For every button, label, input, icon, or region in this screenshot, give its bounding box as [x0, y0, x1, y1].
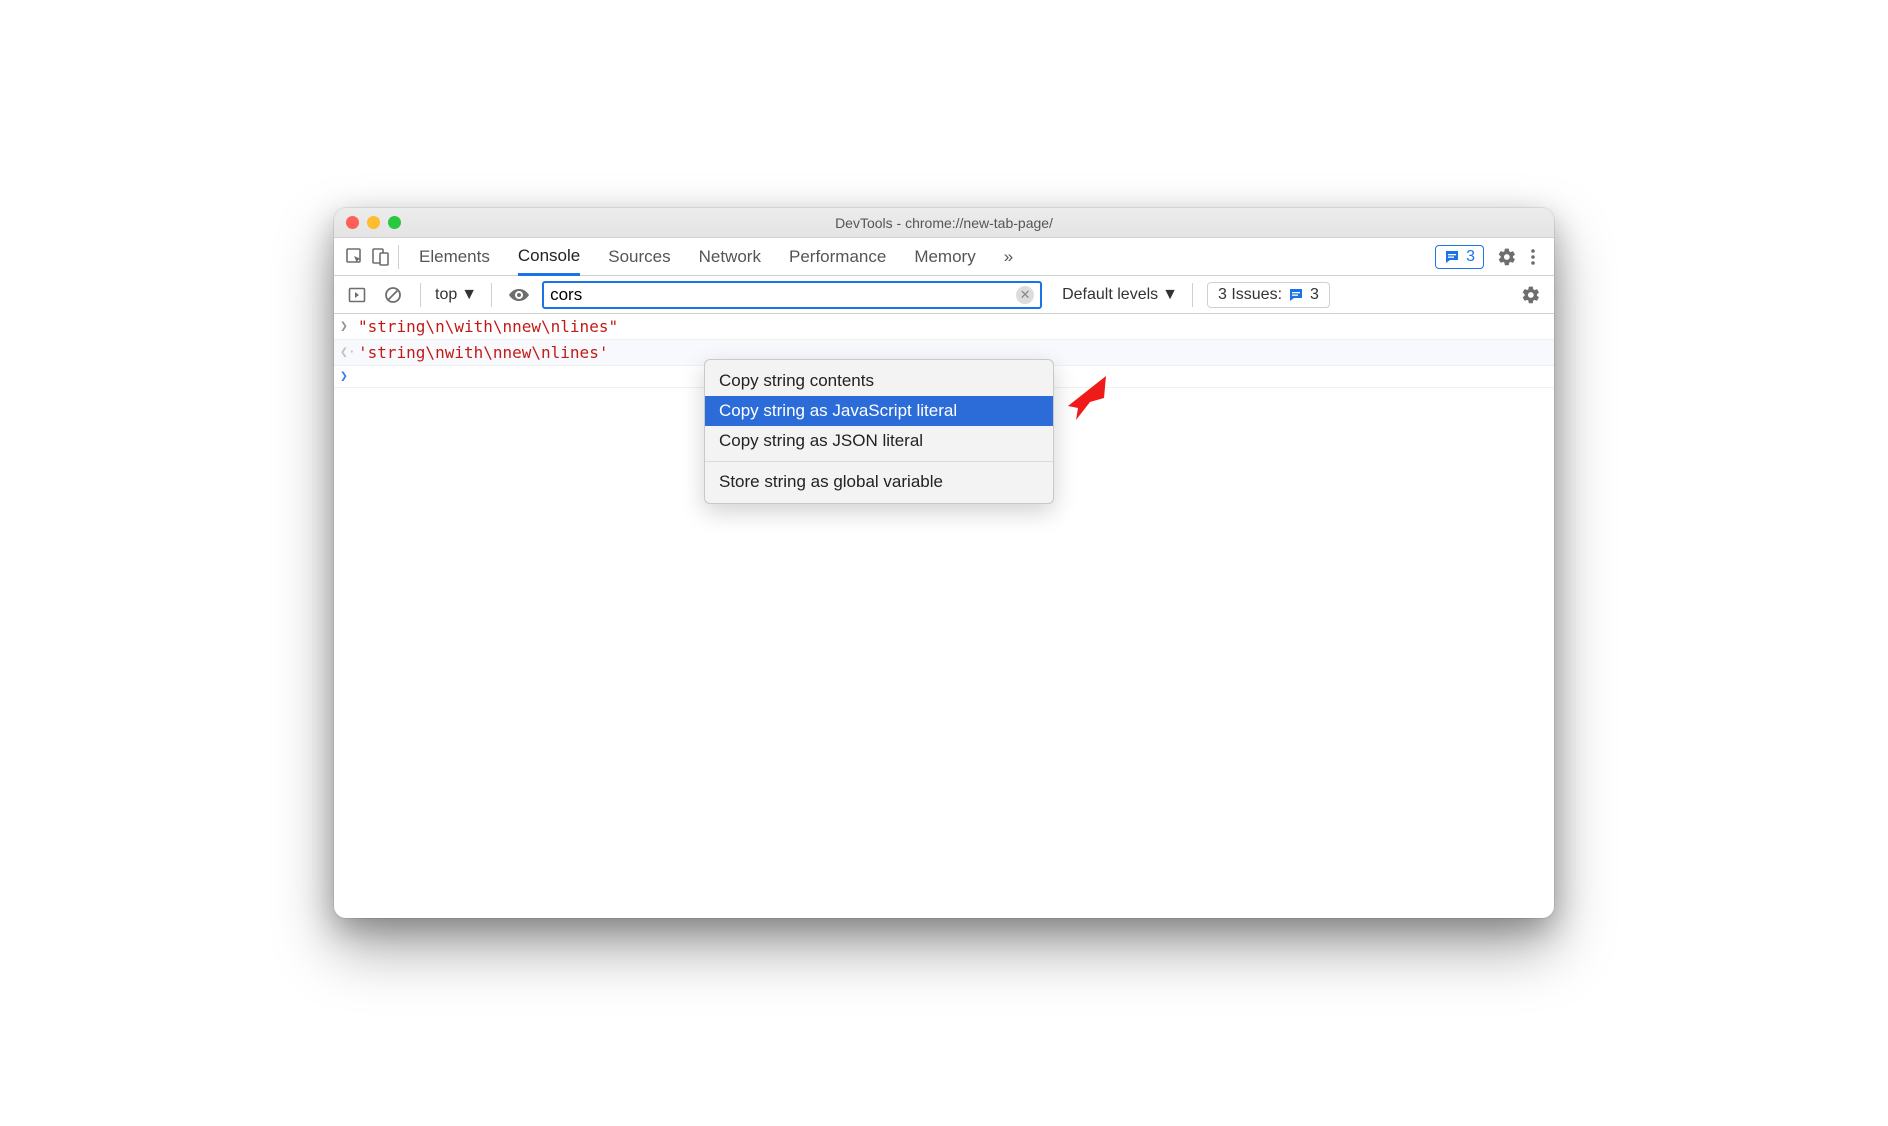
close-window-button[interactable]	[346, 216, 359, 229]
menu-copy-contents[interactable]: Copy string contents	[705, 366, 1053, 396]
filter-input[interactable]	[550, 285, 1016, 305]
divider	[491, 283, 492, 307]
chat-icon	[1288, 287, 1304, 303]
menu-store-global[interactable]: Store string as global variable	[705, 467, 1053, 497]
divider	[1192, 283, 1193, 307]
issues-label: 3 Issues:	[1218, 286, 1282, 304]
console-output-code: 'string\nwith\nnew\nlines'	[358, 343, 608, 362]
context-menu: Copy string contents Copy string as Java…	[704, 359, 1054, 504]
output-chevron-icon: ❮·	[340, 345, 358, 360]
traffic-lights	[346, 216, 401, 229]
messages-badge[interactable]: 3	[1435, 245, 1484, 269]
levels-label: Default levels	[1062, 286, 1158, 304]
more-icon[interactable]	[1520, 244, 1546, 270]
issues-count: 3	[1310, 286, 1319, 304]
console-body[interactable]: ❯ "string\n\with\nnew\nlines" ❮· 'string…	[334, 314, 1554, 918]
window-title: DevTools - chrome://new-tab-page/	[334, 215, 1554, 231]
context-selector[interactable]: top ▼	[435, 286, 477, 304]
clear-filter-icon[interactable]: ✕	[1016, 286, 1034, 304]
levels-selector[interactable]: Default levels ▼	[1062, 286, 1178, 304]
device-toggle-icon[interactable]	[368, 244, 394, 270]
inspect-icon[interactable]	[342, 244, 368, 270]
minimize-window-button[interactable]	[367, 216, 380, 229]
messages-count: 3	[1466, 248, 1475, 266]
main-tabbar: Elements Console Sources Network Perform…	[334, 238, 1554, 276]
menu-separator	[705, 461, 1053, 462]
sidebar-toggle-icon[interactable]	[344, 282, 370, 308]
titlebar: DevTools - chrome://new-tab-page/	[334, 208, 1554, 238]
divider	[398, 245, 399, 269]
console-input-code: "string\n\with\nnew\nlines"	[358, 317, 618, 336]
console-settings-icon[interactable]	[1518, 282, 1544, 308]
panel-tabs: Elements Console Sources Network Perform…	[419, 238, 1013, 275]
divider	[420, 283, 421, 307]
chat-icon	[1444, 249, 1460, 265]
settings-icon[interactable]	[1494, 244, 1520, 270]
tab-elements[interactable]: Elements	[419, 238, 490, 275]
dropdown-icon: ▼	[461, 286, 477, 304]
issues-button[interactable]: 3 Issues: 3	[1207, 282, 1330, 308]
devtools-window: DevTools - chrome://new-tab-page/ Elemen…	[334, 208, 1554, 918]
menu-copy-js-literal[interactable]: Copy string as JavaScript literal	[705, 396, 1053, 426]
tab-network[interactable]: Network	[699, 238, 761, 275]
clear-console-icon[interactable]	[380, 282, 406, 308]
console-toolbar: top ▼ ✕ Default levels ▼ 3 Issues: 3	[334, 276, 1554, 314]
filter-box[interactable]: ✕	[542, 281, 1042, 309]
prompt-chevron-icon: ❯	[340, 369, 358, 384]
menu-copy-json-literal[interactable]: Copy string as JSON literal	[705, 426, 1053, 456]
annotation-arrow-icon	[1056, 368, 1116, 428]
tab-console[interactable]: Console	[518, 239, 580, 276]
context-label: top	[435, 286, 457, 304]
tab-memory[interactable]: Memory	[914, 238, 975, 275]
tab-sources[interactable]: Sources	[608, 238, 670, 275]
dropdown-icon: ▼	[1162, 286, 1178, 304]
console-input-row[interactable]: ❯ "string\n\with\nnew\nlines"	[334, 314, 1554, 340]
live-expression-icon[interactable]	[506, 282, 532, 308]
tab-overflow[interactable]: »	[1004, 238, 1013, 275]
zoom-window-button[interactable]	[388, 216, 401, 229]
input-chevron-icon: ❯	[340, 319, 358, 334]
tab-performance[interactable]: Performance	[789, 238, 886, 275]
